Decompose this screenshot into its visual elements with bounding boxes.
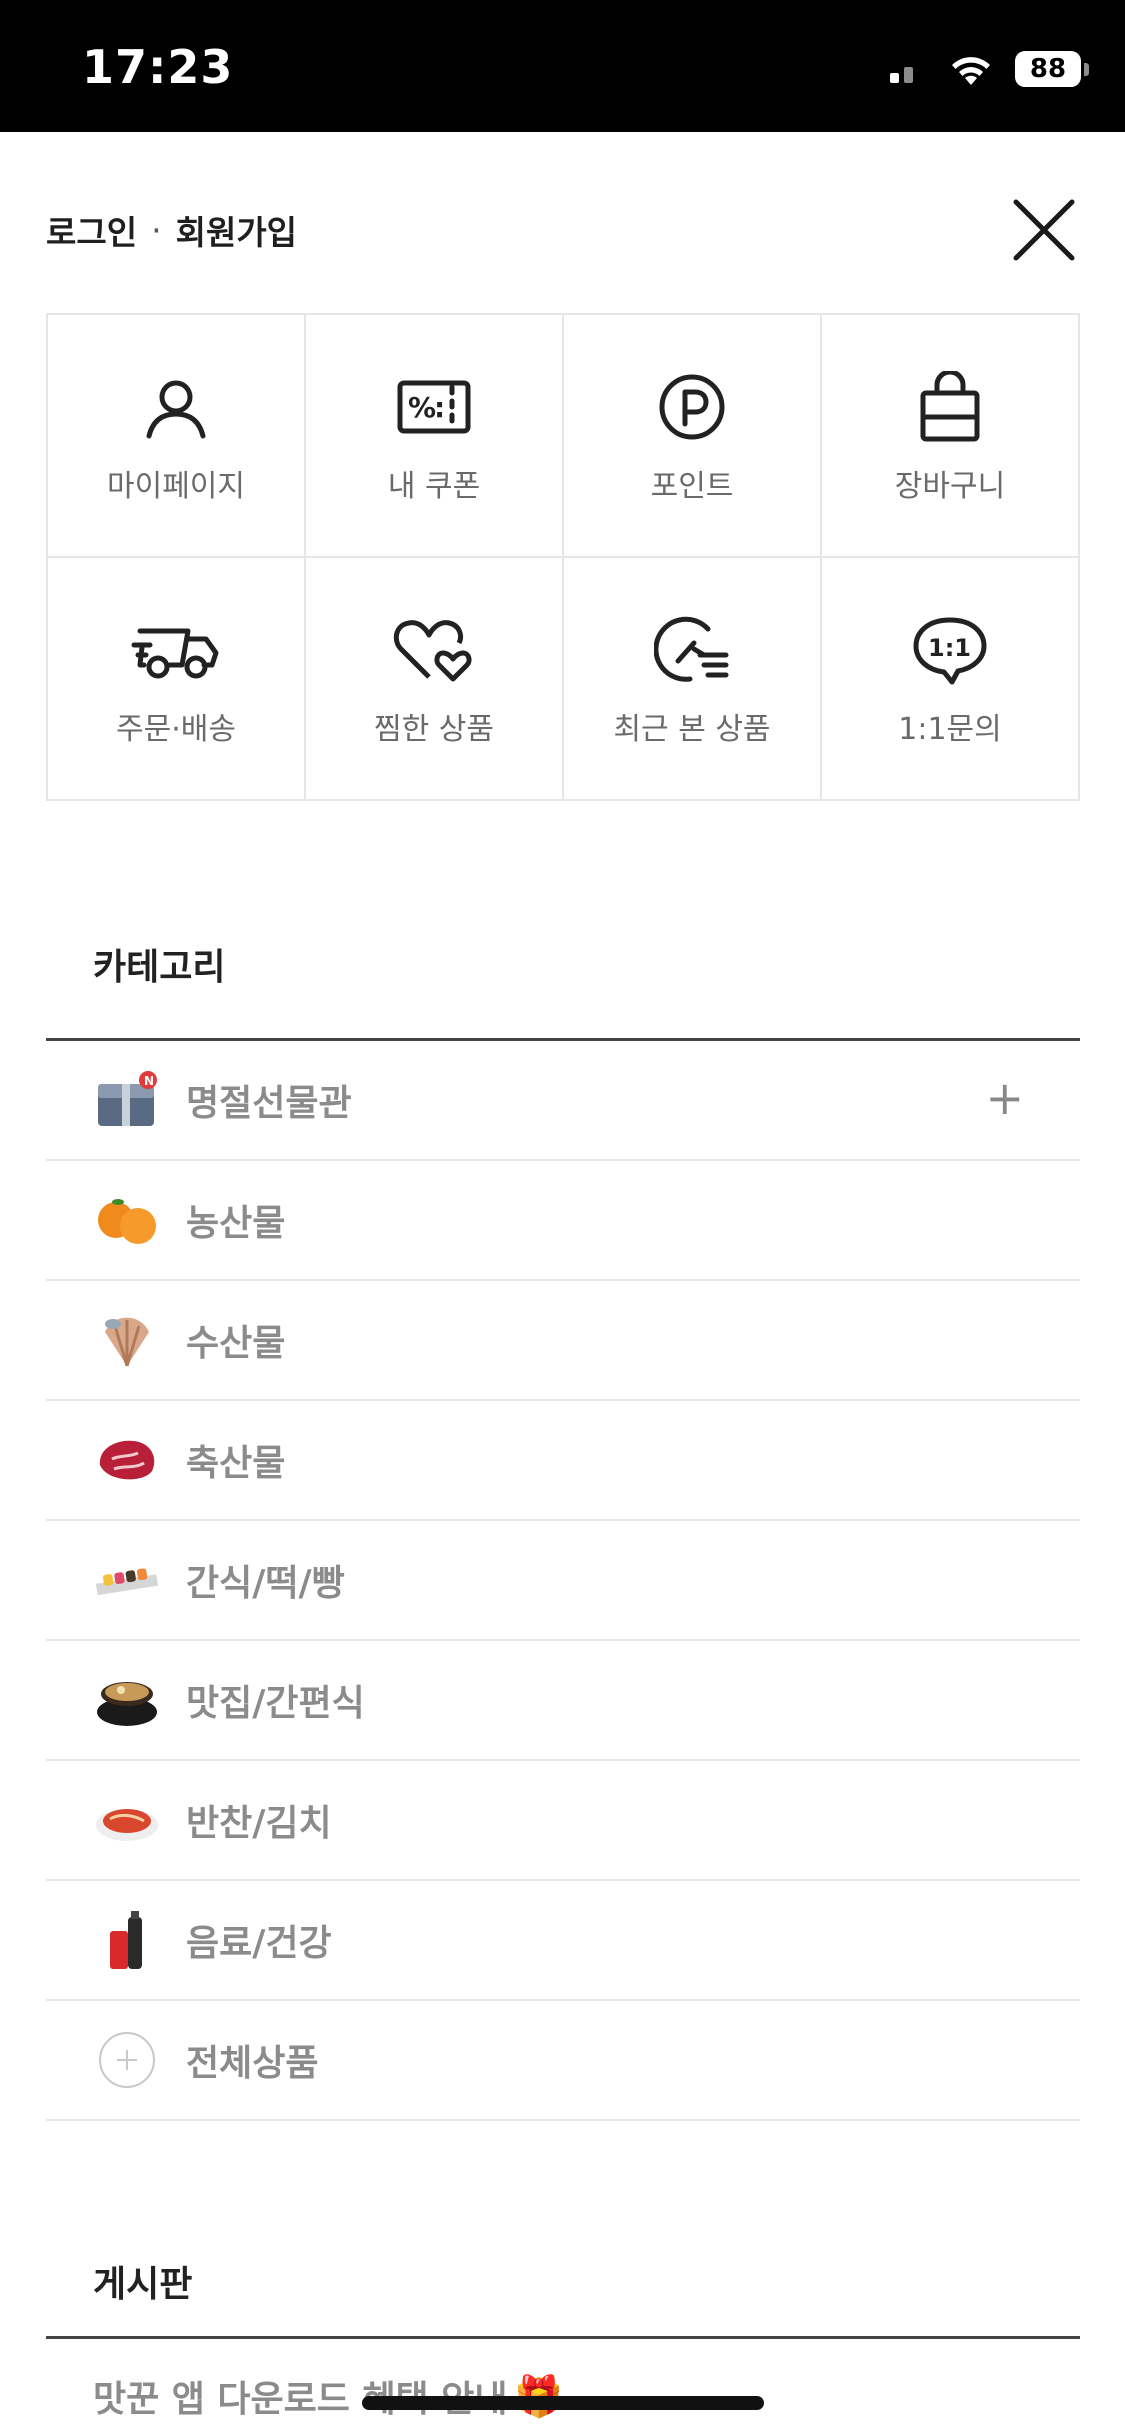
wishlist-button[interactable]: 찜한 상품 [306,558,564,801]
category-item-restaurant-meals[interactable]: 맛집/간편식 [46,1641,1080,1761]
meat-icon [94,1427,160,1493]
category-list: N 명절선물관 + 농산물 수산물 축산물 간식/떡/빵 맛집/간편식 반찬/김… [46,1038,1080,2121]
inquiry-button[interactable]: 1:1 1:1문의 [822,558,1080,801]
category-label: 전체상품 [186,2043,319,2084]
category-item-snacks[interactable]: 간식/떡/빵 [46,1521,1080,1641]
category-item-all-products[interactable]: 전체상품 [46,2001,1080,2121]
category-item-side-dishes[interactable]: 반찬/김치 [46,1761,1080,1881]
coupon-button[interactable]: %: 내 쿠폰 [306,315,564,558]
rice-cake-icon [94,1547,160,1613]
home-indicator [362,2396,764,2410]
category-label: 맛집/간편식 [186,1683,365,1724]
wishlist-label: 찜한 상품 [374,711,494,747]
category-label: 수산물 [186,1323,286,1364]
orders-button[interactable]: 주문·배송 [48,558,306,801]
category-label: 음료/건강 [186,1923,332,1964]
recent-view-icon [654,610,730,690]
svg-text::: : [434,391,445,424]
category-label: 명절선물관 [186,1083,352,1124]
svg-text:N: N [144,1074,154,1088]
category-section-title: 카테고리 [93,947,226,988]
expand-plus-icon[interactable]: + [985,1071,1024,1125]
cart-label: 장바구니 [894,468,1006,504]
orange-icon [94,1187,160,1253]
signup-link[interactable]: 회원가입 [176,206,297,254]
category-item-produce[interactable]: 농산물 [46,1161,1080,1281]
category-item-drinks-health[interactable]: 음료/건강 [46,1881,1080,2001]
status-bar: 17:23 88 [0,0,1125,132]
board-divider [46,2336,1080,2339]
cart-button[interactable]: 장바구니 [822,315,1080,558]
coupon-icon: %: [396,367,472,447]
mypage-button[interactable]: 마이페이지 [48,315,306,558]
status-icons: 88 [890,44,1089,94]
plus-circle-icon [94,2027,160,2093]
cellular-signal-icon [890,55,927,83]
shopping-bag-icon [918,367,982,447]
delivery-truck-icon [130,610,222,690]
auth-links: 로그인 · 회원가입 [46,206,297,254]
close-button[interactable] [1008,194,1080,266]
auth-separator: · [151,210,162,250]
gift-box-icon: N [94,1067,160,1133]
point-button[interactable]: 포인트 [564,315,822,558]
close-icon [1013,199,1075,261]
category-item-seafood[interactable]: 수산물 [46,1281,1080,1401]
status-time: 17:23 [82,40,234,94]
quick-menu-grid: 마이페이지 %: 내 쿠폰 포인트 장바구니 주문·배송 찜한 상품 최근 본 [46,313,1080,801]
category-item-meat[interactable]: 축산물 [46,1401,1080,1521]
recent-view-button[interactable]: 최근 본 상품 [564,558,822,801]
login-link[interactable]: 로그인 [46,206,137,254]
chat-bubble-icon: 1:1 [910,610,990,690]
kimchi-icon [94,1787,160,1853]
wifi-icon [949,52,993,86]
inquiry-label: 1:1문의 [898,711,1002,747]
category-label: 간식/떡/빵 [186,1563,345,1604]
category-label: 축산물 [186,1443,286,1484]
svg-text:%: % [408,391,436,424]
svg-text:1:1: 1:1 [928,634,971,662]
recent-view-label: 최근 본 상품 [613,711,771,747]
drawer-header: 로그인 · 회원가입 [46,190,1080,270]
category-item-holiday-gift[interactable]: N 명절선물관 + [46,1041,1080,1161]
drink-bottle-icon [94,1907,160,1973]
category-label: 반찬/김치 [186,1803,332,1844]
point-label: 포인트 [650,468,734,504]
person-icon [141,367,211,447]
point-icon [657,367,727,447]
mypage-label: 마이페이지 [107,468,245,504]
board-section-title: 게시판 [93,2264,193,2305]
category-label: 농산물 [186,1203,286,1244]
heart-icon [393,610,475,690]
orders-label: 주문·배송 [116,711,236,747]
coupon-label: 내 쿠폰 [387,468,481,504]
stew-pot-icon [94,1667,160,1733]
battery-indicator: 88 [1015,51,1089,87]
shellfish-icon [94,1307,160,1373]
